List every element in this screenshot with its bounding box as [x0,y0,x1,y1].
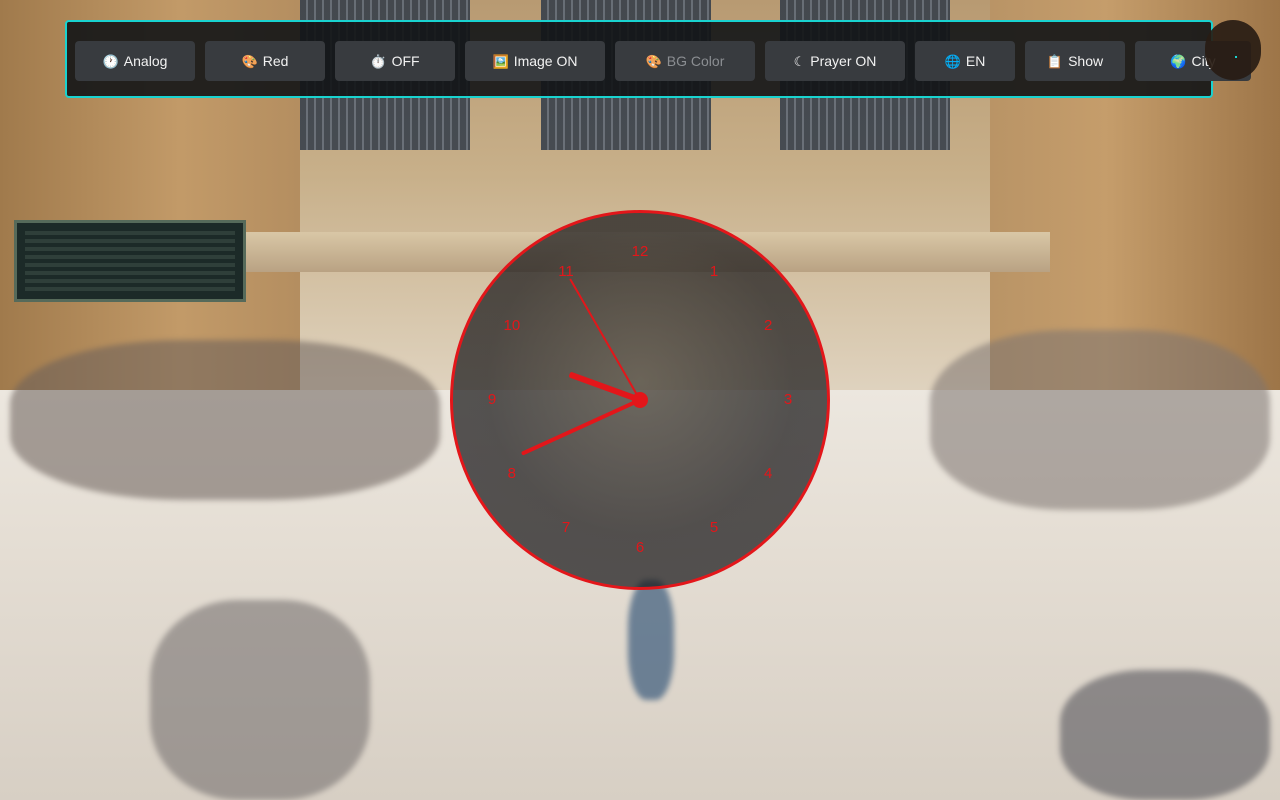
timer-icon: ⏱️ [370,53,387,69]
control-toolbar: 🕐 Analog 🎨 Red ⏱️ OFF 🖼️ Image ON 🎨 BG C… [65,20,1251,98]
image-icon: 🖼️ [492,53,509,69]
bg-color-button[interactable]: 🎨 BG Color [615,41,755,81]
timer-label: OFF [391,53,420,69]
color-label: Red [262,53,289,69]
clock-number: 8 [507,465,516,482]
background-person [628,580,674,700]
image-toggle-button[interactable]: 🖼️ Image ON [465,41,605,81]
clock-number: 1 [709,262,719,280]
clock-type-label: Analog [123,53,168,69]
clock-number: 2 [763,317,773,334]
background-crowd [930,330,1270,510]
clipboard-icon: 📋 [1046,53,1064,69]
image-toggle-label: Image ON [513,53,578,69]
color-button[interactable]: 🎨 Red [205,41,325,81]
palette-icon: 🎨 [241,53,258,69]
toolbar-collapse-toggle[interactable] [1205,20,1261,80]
world-icon: 🌍 [1170,53,1187,69]
prayer-toggle-button[interactable]: ☾ Prayer ON [765,41,905,81]
background-departure-board [14,220,246,302]
language-label: EN [965,53,986,69]
clock-center-hub [632,392,648,408]
clock-number: 3 [783,391,793,408]
background-crowd [150,600,370,800]
prayer-toggle-label: Prayer ON [810,53,877,69]
background-crowd [10,340,440,500]
clock-number: 12 [631,243,649,260]
clock-number: 10 [503,317,521,334]
clock-number: 11 [558,262,574,280]
show-button[interactable]: 📋 Show [1025,41,1125,81]
clock-number: 4 [763,465,773,482]
background-crowd [1060,670,1270,800]
clock-number: 5 [709,519,719,537]
clock-number: 9 [487,391,497,408]
globe-icon: 🌐 [944,53,961,69]
clock-icon: 🕐 [102,53,119,69]
language-button[interactable]: 🌐 EN [915,41,1015,81]
clock-type-button[interactable]: 🕐 Analog [75,41,195,81]
moon-icon: ☾ [793,53,806,69]
bg-color-label: BG Color [666,53,725,69]
timer-button[interactable]: ⏱️ OFF [335,41,455,81]
show-label: Show [1068,53,1104,69]
clock-number: 7 [561,519,571,537]
palette-icon: 🎨 [645,53,662,69]
clock-number: 6 [635,539,645,556]
toggle-indicator [1235,56,1237,58]
analog-clock: 12 1 2 3 4 5 6 7 8 9 10 11 [450,210,830,590]
